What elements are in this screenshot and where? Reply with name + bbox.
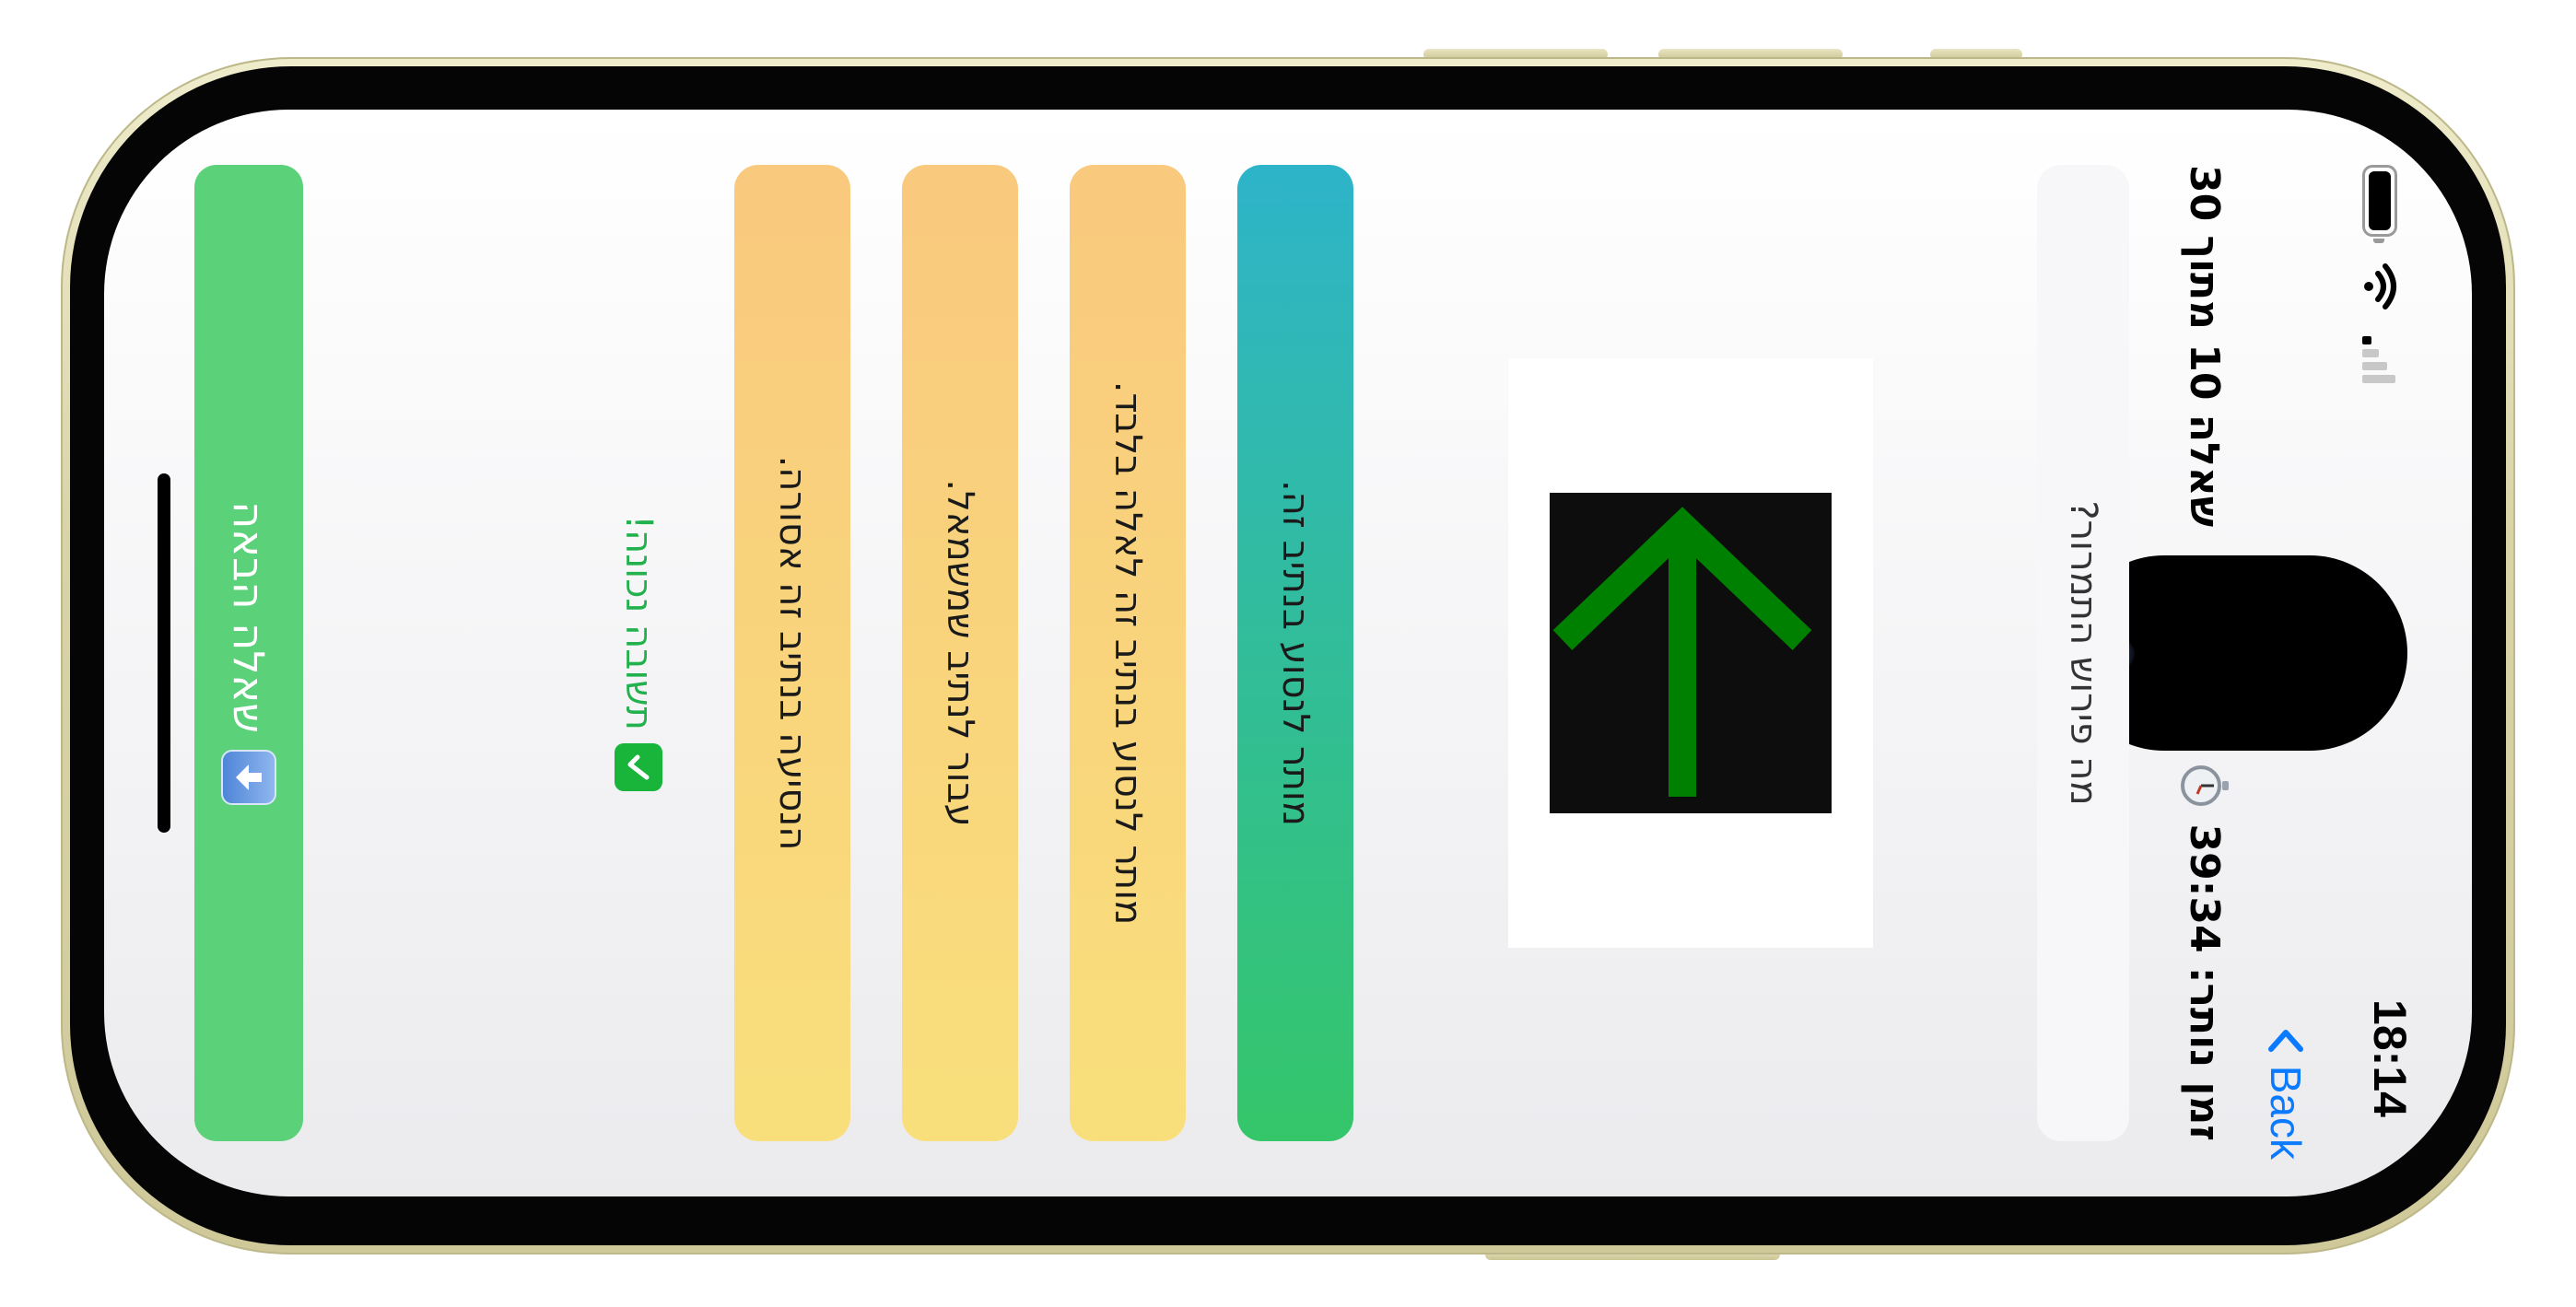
answer-feedback: תשובה נכונה! bbox=[606, 165, 671, 1141]
answer-option-4[interactable]: הנסיעה בנתיב זה אסורה. bbox=[734, 165, 850, 1141]
device-stage: 18:14 Back זמן נותר: 39:34 שאלה 10 מתוך … bbox=[0, 0, 2576, 1307]
phone-screen: 18:14 Back זמן נותר: 39:34 שאלה 10 מתוך … bbox=[104, 110, 2472, 1196]
status-icons bbox=[2352, 165, 2407, 404]
next-question-button[interactable]: שאלה הבאה bbox=[194, 165, 303, 1141]
stopwatch-icon bbox=[2181, 764, 2229, 806]
green-arrow-left-icon bbox=[1552, 507, 1812, 797]
cellular-signal-icon bbox=[2362, 336, 2397, 383]
chevron-left-icon bbox=[2268, 1029, 2303, 1052]
answer-option-3[interactable]: עבור לנתיב שמשמאל. bbox=[902, 165, 1018, 1141]
road-sign-image bbox=[1508, 358, 1873, 948]
question-counter: שאלה 10 מתוך 30 bbox=[2181, 165, 2229, 528]
down-arrow-icon bbox=[221, 749, 276, 805]
answer-option-2[interactable]: מותר לנסוע בנתיב זה לאלה בלבד. bbox=[1070, 165, 1186, 1141]
feedback-text: תשובה נכונה! bbox=[617, 515, 660, 730]
home-indicator[interactable] bbox=[158, 473, 170, 833]
quiz-header: זמן נותר: 39:34 שאלה 10 מתוך 30 bbox=[2168, 165, 2242, 1141]
check-mark-icon bbox=[615, 742, 662, 791]
answer-option-1[interactable]: מותר לנסוע בנתיב זה. bbox=[1237, 165, 1353, 1141]
status-time: 18:14 bbox=[2364, 999, 2416, 1117]
back-label: Back bbox=[2262, 1065, 2310, 1160]
wifi-icon bbox=[2364, 263, 2396, 309]
back-button[interactable]: Back bbox=[2261, 1021, 2311, 1160]
battery-icon bbox=[2362, 165, 2397, 243]
question-explain-button[interactable]: מה פירוש התמרור? bbox=[2037, 165, 2129, 1141]
timer-text: זמן נותר: 39:34 bbox=[2181, 823, 2229, 1141]
timer: זמן נותר: 39:34 bbox=[2179, 760, 2231, 1141]
next-question-label: שאלה הבאה bbox=[224, 501, 274, 733]
sign-panel bbox=[1550, 493, 1832, 813]
